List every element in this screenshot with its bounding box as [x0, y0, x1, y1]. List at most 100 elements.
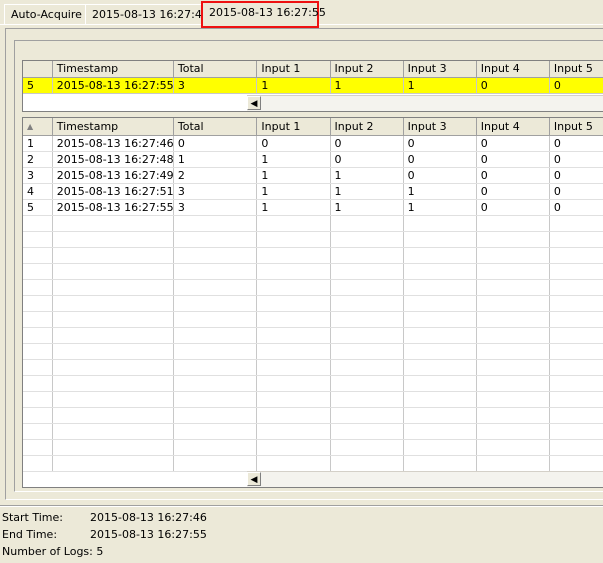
- cell-input-4: [476, 407, 550, 424]
- cell-total: [173, 279, 258, 296]
- table-row[interactable]: 3 2015-08-13 16:27:49 2 1 1 0 0 0: [23, 167, 603, 184]
- cell-index: 1: [23, 135, 53, 152]
- cell-input-5: [549, 327, 603, 344]
- log-grid: ▲ Timestamp Total Input 1 Input 2 Input …: [22, 117, 603, 488]
- cell-total: [173, 455, 258, 472]
- empty-row: [23, 439, 603, 456]
- cell-input-2: [330, 247, 404, 264]
- selected-row[interactable]: 5 2015-08-13 16:27:55 3 1 1 1 0 0: [23, 77, 603, 94]
- cell-timestamp: [52, 247, 174, 264]
- cell-index: 2: [23, 151, 53, 168]
- column-header-input-4[interactable]: Input 4: [476, 118, 550, 136]
- column-header-input-5[interactable]: Input 5: [549, 118, 603, 136]
- tab-session-2[interactable]: 2015-08-13 16:27:55: [201, 1, 326, 28]
- column-header-input-5[interactable]: Input 5: [549, 61, 603, 78]
- empty-row: [23, 327, 603, 344]
- cell-input-2: [330, 263, 404, 280]
- cell-input-3: 1: [403, 77, 477, 94]
- cell-timestamp: 2015-08-13 16:27:49: [52, 167, 174, 184]
- cell-input-3: 1: [403, 199, 477, 216]
- table-row[interactable]: 4 2015-08-13 16:27:51 3 1 1 1 0 0: [23, 183, 603, 200]
- cell-input-2: 1: [330, 167, 404, 184]
- cell-input-3: [403, 375, 477, 392]
- start-time-label: Start Time:: [2, 511, 63, 524]
- empty-row: [23, 231, 603, 248]
- cell-index: 4: [23, 183, 53, 200]
- cell-input-2: 1: [330, 199, 404, 216]
- cell-index: 3: [23, 167, 53, 184]
- cell-input-1: 1: [256, 199, 331, 216]
- cell-input-3: [403, 263, 477, 280]
- cell-timestamp: [52, 311, 174, 328]
- cell-input-2: 1: [330, 183, 404, 200]
- cell-input-4: [476, 455, 550, 472]
- tab-session-1[interactable]: 2015-08-13 16:27:41: [85, 4, 216, 25]
- table-row[interactable]: 2 2015-08-13 16:27:48 1 1 0 0 0 0: [23, 151, 603, 168]
- table-row[interactable]: 1 2015-08-13 16:27:46 0 0 0 0 0 0: [23, 135, 603, 152]
- column-header-total[interactable]: Total: [173, 61, 258, 78]
- cell-input-4: 0: [476, 183, 550, 200]
- column-header-input-4[interactable]: Input 4: [476, 61, 550, 78]
- cell-input-2: [330, 375, 404, 392]
- cell-timestamp: [52, 343, 174, 360]
- cell-input-5: [549, 391, 603, 408]
- column-header-input-2[interactable]: Input 2: [330, 61, 404, 78]
- cell-timestamp: 2015-08-13 16:27:51: [52, 183, 174, 200]
- cell-timestamp: [52, 455, 174, 472]
- cell-input-2: [330, 215, 404, 232]
- cell-input-1: 1: [256, 77, 331, 94]
- cell-input-4: [476, 391, 550, 408]
- start-time-row: Start Time: 2015-08-13 16:27:46: [2, 510, 207, 526]
- cell-input-3: [403, 247, 477, 264]
- cell-total: [173, 375, 258, 392]
- cell-total: [173, 247, 258, 264]
- column-header-input-2[interactable]: Input 2: [330, 118, 404, 136]
- empty-row: [23, 279, 603, 296]
- cell-index: [23, 263, 53, 280]
- cell-total: 2: [173, 167, 258, 184]
- cell-timestamp: [52, 279, 174, 296]
- cell-input-1: 1: [256, 151, 331, 168]
- column-header-index[interactable]: [23, 61, 53, 78]
- cell-input-3: [403, 359, 477, 376]
- cell-input-3: [403, 343, 477, 360]
- selected-row-grid: Timestamp Total Input 1 Input 2 Input 3 …: [22, 60, 603, 112]
- cell-total: [173, 343, 258, 360]
- selected-grid-hscrollbar[interactable]: ◀: [247, 95, 603, 111]
- scroll-left-icon[interactable]: ◀: [247, 472, 261, 486]
- cell-input-1: [256, 423, 331, 440]
- cell-input-1: [256, 279, 331, 296]
- log-grid-hscrollbar[interactable]: ◀: [247, 471, 603, 487]
- cell-input-2: [330, 407, 404, 424]
- cell-total: [173, 423, 258, 440]
- column-header-timestamp[interactable]: Timestamp: [52, 61, 174, 78]
- column-header-total[interactable]: Total: [173, 118, 258, 136]
- cell-input-4: [476, 231, 550, 248]
- cell-total: [173, 231, 258, 248]
- sort-ascending-icon: ▲: [27, 122, 34, 131]
- column-header-index[interactable]: ▲: [23, 118, 53, 136]
- cell-total: [173, 391, 258, 408]
- tab-auto-acquire[interactable]: Auto-Acquire: [4, 4, 89, 25]
- cell-total: [173, 407, 258, 424]
- cell-input-3: [403, 279, 477, 296]
- cell-input-5: [549, 359, 603, 376]
- cell-input-5: [549, 247, 603, 264]
- empty-row: [23, 359, 603, 376]
- scroll-left-icon[interactable]: ◀: [247, 96, 261, 110]
- cell-input-3: 0: [403, 135, 477, 152]
- empty-row: [23, 247, 603, 264]
- table-row[interactable]: 5 2015-08-13 16:27:55 3 1 1 1 0 0: [23, 199, 603, 216]
- column-header-input-3[interactable]: Input 3: [403, 118, 477, 136]
- cell-input-1: [256, 439, 331, 456]
- cell-input-3: 1: [403, 183, 477, 200]
- end-time-label: End Time:: [2, 528, 58, 541]
- cell-input-1: [256, 247, 331, 264]
- column-header-input-3[interactable]: Input 3: [403, 61, 477, 78]
- cell-input-1: [256, 455, 331, 472]
- column-header-input-1[interactable]: Input 1: [256, 118, 331, 136]
- column-header-input-1[interactable]: Input 1: [256, 61, 331, 78]
- cell-input-5: [549, 311, 603, 328]
- column-header-timestamp[interactable]: Timestamp: [52, 118, 174, 136]
- end-time-value: 2015-08-13 16:27:55: [90, 528, 207, 541]
